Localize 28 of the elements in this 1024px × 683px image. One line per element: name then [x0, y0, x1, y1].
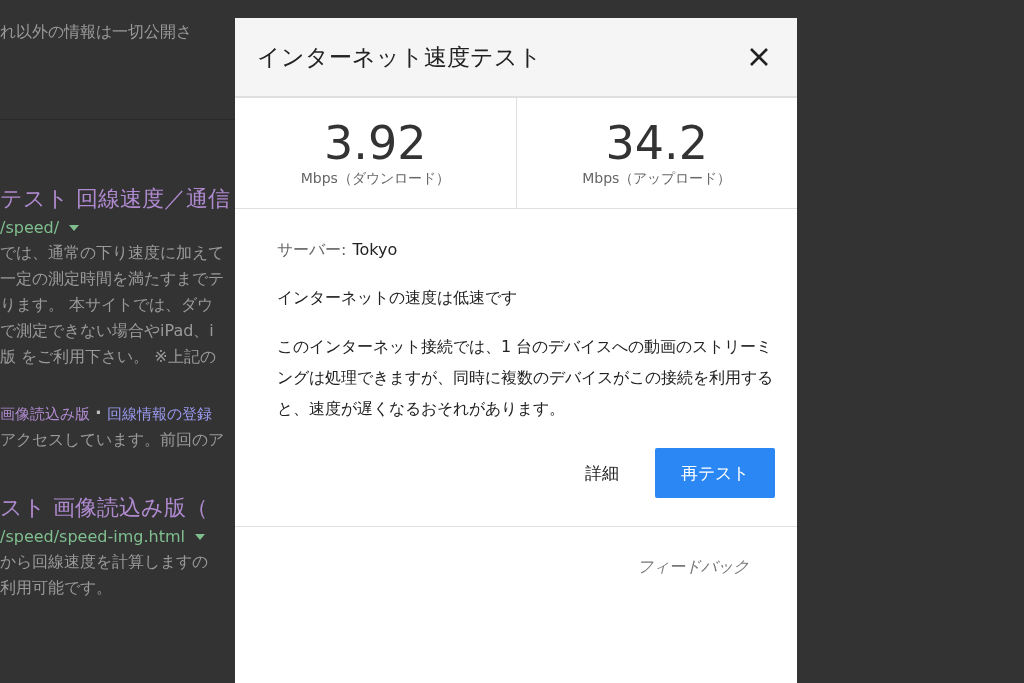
snippet-text: アクセスしています。前回のア [0, 429, 225, 451]
speed-label: Mbps（ダウンロード） [300, 170, 450, 188]
snippet-text: では、通常の下り速度に加えて [0, 242, 225, 264]
snippet-text: から回線速度を計算しますの [0, 551, 209, 573]
caret-icon[interactable] [69, 225, 80, 231]
speed-value: 3.92 [324, 118, 427, 168]
snippet-text: 一定の測定時間を満たすまでテ [0, 268, 225, 290]
snippet-text: れ以外の情報は一切公開さ [0, 21, 193, 43]
sitelink[interactable]: 画像読込み版 [0, 405, 90, 423]
speed-verdict: インターネットの速度は低速です [277, 287, 518, 309]
server-name: Tokyo [352, 240, 398, 259]
speed-description: このインターネット接続では、1 台のデバイスへの動画のストリーミングは処理できますが、同時に複数のデバイスがこの接続を利用すると、速度が遅くなるおそれがあります。 [277, 336, 774, 420]
server-label: サーバー: [277, 240, 347, 259]
sitelink[interactable]: 回線情報の登録 [106, 405, 212, 423]
snippet-text: ります。 本サイトでは、ダウ [0, 294, 215, 316]
speed-value: 34.2 [605, 118, 708, 168]
details-button[interactable]: 詳細 [565, 448, 639, 498]
snippet-text: 利用可能です。 [0, 577, 113, 599]
snippet-text: で測定できない場合やiPad、i [0, 320, 215, 342]
dialog-title: インターネット速度テスト [257, 42, 542, 72]
separator-dot: · [95, 402, 102, 423]
caret-icon[interactable] [194, 534, 205, 540]
result-url: /speed/speed-img.html [0, 526, 185, 548]
retest-button[interactable]: 再テスト [655, 448, 775, 498]
speed-label: Mbps（アップロード） [582, 170, 732, 188]
snippet-text: 版 をご利用下さい。 ※上記の [0, 346, 217, 368]
feedback-link[interactable]: フィードバック [637, 557, 749, 576]
result-url: /speed/ [0, 217, 60, 239]
